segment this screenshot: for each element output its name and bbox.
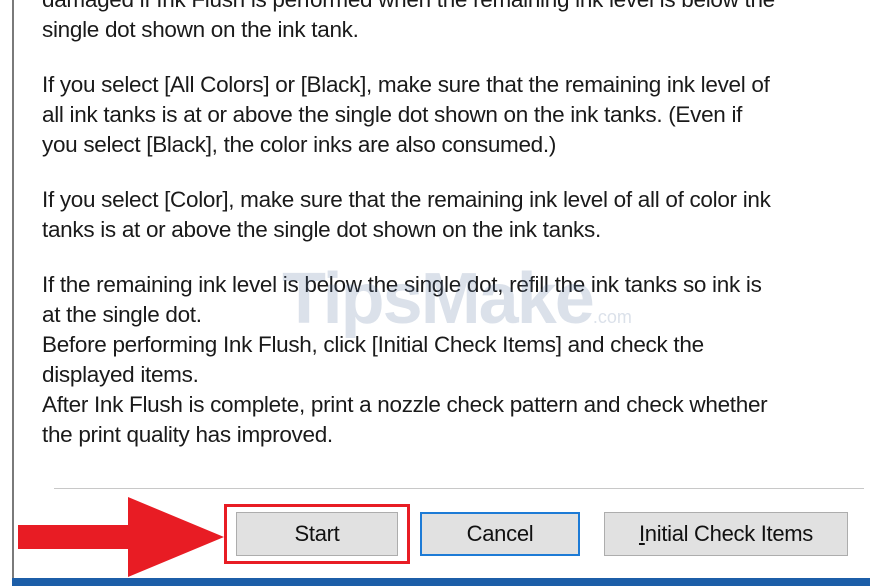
- initial-check-items-button[interactable]: Initial Check Items: [604, 512, 848, 556]
- cancel-button[interactable]: Cancel: [420, 512, 580, 556]
- text-line: If the remaining ink level is below the …: [42, 272, 762, 297]
- text-line: you select [Black], the color inks are a…: [42, 132, 557, 157]
- red-arrow-icon: [18, 497, 224, 577]
- button-label-rest: nitial Check Items: [644, 521, 814, 546]
- paragraph-all-colors: If you select [All Colors] or [Black], m…: [42, 70, 842, 160]
- paragraph-color: If you select [Color], make sure that th…: [42, 185, 842, 245]
- text-line: single dot shown on the ink tank.: [42, 17, 359, 42]
- text-line: all ink tanks is at or above the single …: [42, 102, 743, 127]
- button-separator: [54, 488, 864, 489]
- start-button[interactable]: Start: [236, 512, 398, 556]
- instructions-text: damaged if Ink Flush is performed when t…: [42, 0, 842, 475]
- text-line: the print quality has improved.: [42, 422, 333, 447]
- window-bottom-edge: [12, 578, 870, 586]
- text-line: tanks is at or above the single dot show…: [42, 217, 601, 242]
- text-line: at the single dot.: [42, 302, 202, 327]
- text-line: damaged if Ink Flush is performed when t…: [42, 0, 842, 15]
- text-line: If you select [All Colors] or [Black], m…: [42, 72, 770, 97]
- paragraph-warning: damaged if Ink Flush is performed when t…: [42, 0, 842, 45]
- text-line: After Ink Flush is complete, print a noz…: [42, 392, 768, 417]
- text-line: If you select [Color], make sure that th…: [42, 187, 771, 212]
- paragraph-refill: If the remaining ink level is below the …: [42, 270, 842, 450]
- text-line: displayed items.: [42, 362, 199, 387]
- text-line: Before performing Ink Flush, click [Init…: [42, 332, 704, 357]
